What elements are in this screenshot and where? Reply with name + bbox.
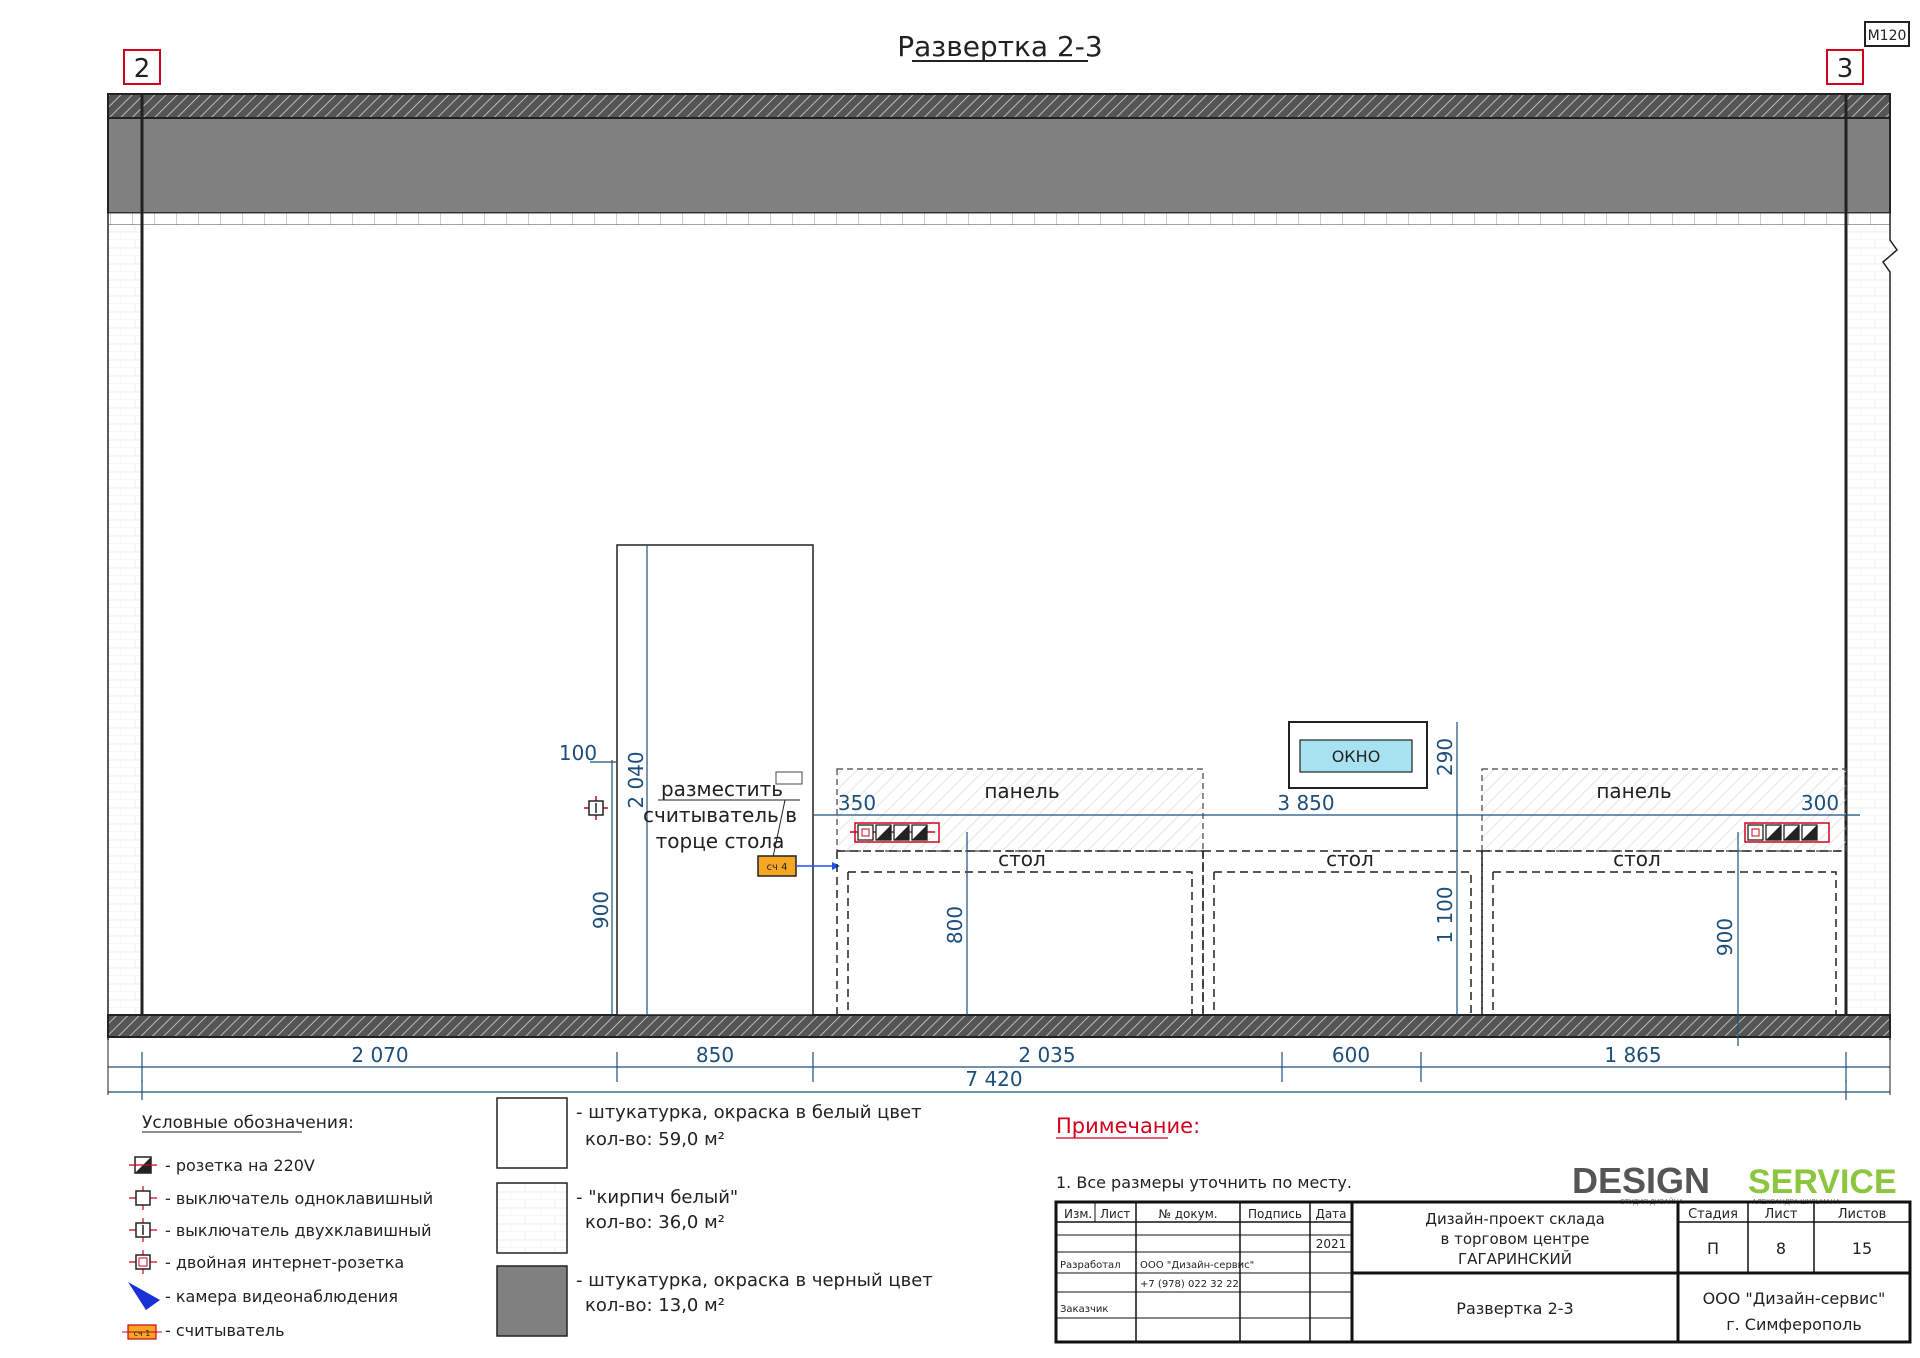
- floor-hatch: [107, 1014, 1891, 1038]
- wall-face: [142, 225, 1846, 1015]
- material-white-line2: кол-во: 59,0 м²: [585, 1129, 725, 1150]
- tb-customer-label: Заказчик: [1060, 1304, 1108, 1315]
- dim-b2070-label: 2 070: [351, 1043, 408, 1067]
- tb-sheet-header: Лист: [1765, 1207, 1798, 1222]
- ceiling-dark-beam: [107, 117, 1891, 214]
- legend-item-camera: - камера видеонаблюдения: [165, 1287, 398, 1306]
- elevation-drawing: Развертка 2-3 М120 2 3 2 040 900 100 раз…: [107, 21, 1912, 1344]
- note-heading: Примечание:: [1056, 1114, 1200, 1138]
- material-white-line1: - штукатурка, окраска в белый цвет: [576, 1102, 922, 1123]
- legend-heading: Условные обозначения:: [142, 1113, 354, 1133]
- tb-sign-header: Подпись: [1248, 1207, 1302, 1221]
- material-white-swatch: [496, 1097, 568, 1169]
- tb-sheet-title: Развертка 2-3: [1456, 1299, 1573, 1318]
- axis-label-right: 3: [1837, 54, 1854, 84]
- dim-switch-height-label: 900: [589, 891, 613, 929]
- window-label: ОКНО: [1332, 747, 1381, 766]
- legend-item-reader: - считыватель: [165, 1321, 285, 1340]
- dim-door-height-label: 2 040: [624, 751, 648, 808]
- legend-single-switch-icon: [129, 1186, 157, 1210]
- note-reader-line2: считыватель в: [643, 803, 797, 827]
- dim-offset-label: 100: [559, 741, 597, 765]
- legend-item-double-switch: - выключатель двухклавишный: [165, 1221, 432, 1240]
- drawing-title: Развертка 2-3: [897, 30, 1102, 63]
- tb-company: ООО "Дизайн-сервис": [1703, 1289, 1886, 1308]
- tb-project-line2: в торговом центре: [1441, 1230, 1590, 1248]
- dim-b1865-label: 1 865: [1604, 1043, 1661, 1067]
- tb-list-header: Лист: [1100, 1207, 1130, 1221]
- logo-service: SERVICE: [1748, 1163, 1897, 1201]
- legend-camera-icon: [128, 1282, 160, 1310]
- socket-group-left: [850, 822, 940, 843]
- dim-300-label: 300: [1801, 791, 1839, 815]
- dim-window-290-label: 290: [1433, 738, 1457, 776]
- note-reader-line1: разместить: [661, 777, 783, 801]
- note-reader-line3: торце стола: [656, 829, 785, 853]
- scale-label: М120: [1868, 28, 1907, 44]
- socket-group-right: [1744, 822, 1830, 843]
- tb-city: г. Симферополь: [1726, 1315, 1862, 1334]
- tb-project-line3: ГАГАРИНСКИЙ: [1458, 1249, 1572, 1268]
- legend-reader-icon-label: сч 1: [134, 1329, 151, 1338]
- dim-socket-800-label: 800: [943, 906, 967, 944]
- tb-stage: П: [1707, 1239, 1719, 1258]
- panel-left-label: панель: [984, 779, 1059, 803]
- tb-developed-label: Разработал: [1060, 1260, 1121, 1271]
- tb-sheets-header: Листов: [1838, 1207, 1887, 1222]
- table-right-label: стол: [1613, 847, 1661, 871]
- table-left-label: стол: [998, 847, 1046, 871]
- tb-phone: +7 (978) 022 32 22: [1140, 1279, 1239, 1290]
- axis-label-left: 2: [134, 54, 151, 84]
- tb-sheet: 8: [1776, 1239, 1786, 1258]
- tb-project-line1: Дизайн-проект склада: [1425, 1210, 1605, 1228]
- dim-3850-label: 3 850: [1277, 791, 1334, 815]
- table-middle-label: стол: [1326, 847, 1374, 871]
- tb-doc-header: № докум.: [1158, 1207, 1217, 1221]
- legend-socket-icon: [129, 1156, 157, 1174]
- brick-strip-right: [1846, 225, 1890, 1015]
- material-black-line1: - штукатурка, окраска в черный цвет: [576, 1270, 933, 1291]
- tb-stage-header: Стадия: [1688, 1207, 1738, 1222]
- panel-right-label: панель: [1596, 779, 1671, 803]
- reader-box-label: сч 4: [767, 862, 788, 873]
- material-brick-swatch: [496, 1182, 568, 1254]
- material-brick-line1: - "кирпич белый": [576, 1187, 738, 1208]
- material-black-swatch: [496, 1265, 568, 1337]
- material-black-line2: кол-во: 13,0 м²: [585, 1295, 725, 1316]
- dim-b850-label: 850: [696, 1043, 734, 1067]
- tb-date: 2021: [1316, 1237, 1347, 1251]
- material-brick-line2: кол-во: 36,0 м²: [585, 1212, 725, 1233]
- dim-b600-label: 600: [1332, 1043, 1370, 1067]
- dim-350-label: 350: [838, 791, 876, 815]
- note-line1: 1. Все размеры уточнить по месту.: [1056, 1173, 1352, 1192]
- brick-strip-left: [108, 225, 142, 1015]
- door-handle-icon: [775, 771, 803, 785]
- dim-socket-900-label: 900: [1713, 918, 1737, 956]
- legend-item-internet-socket: - двойная интернет-розетка: [165, 1253, 404, 1272]
- dim-b2035-label: 2 035: [1018, 1043, 1075, 1067]
- legend-item-single-switch: - выключатель одноклавишный: [165, 1189, 433, 1208]
- legend-double-switch-icon: [129, 1218, 157, 1242]
- ceiling-tiles: [107, 212, 1891, 226]
- ceiling-hatch: [107, 93, 1891, 119]
- tb-date-header: Дата: [1315, 1207, 1346, 1221]
- dim-window-1100-label: 1 100: [1433, 886, 1457, 943]
- logo-design: DESIGN: [1572, 1160, 1710, 1201]
- tb-developer: ООО "Дизайн-сервис": [1140, 1260, 1254, 1271]
- tb-sheets: 15: [1852, 1239, 1872, 1258]
- dim-total-label: 7 420: [965, 1067, 1022, 1091]
- legend-internet-socket-icon: [129, 1250, 157, 1274]
- legend-item-socket: - розетка на 220V: [165, 1156, 315, 1175]
- tb-izm: Изм.: [1064, 1207, 1092, 1221]
